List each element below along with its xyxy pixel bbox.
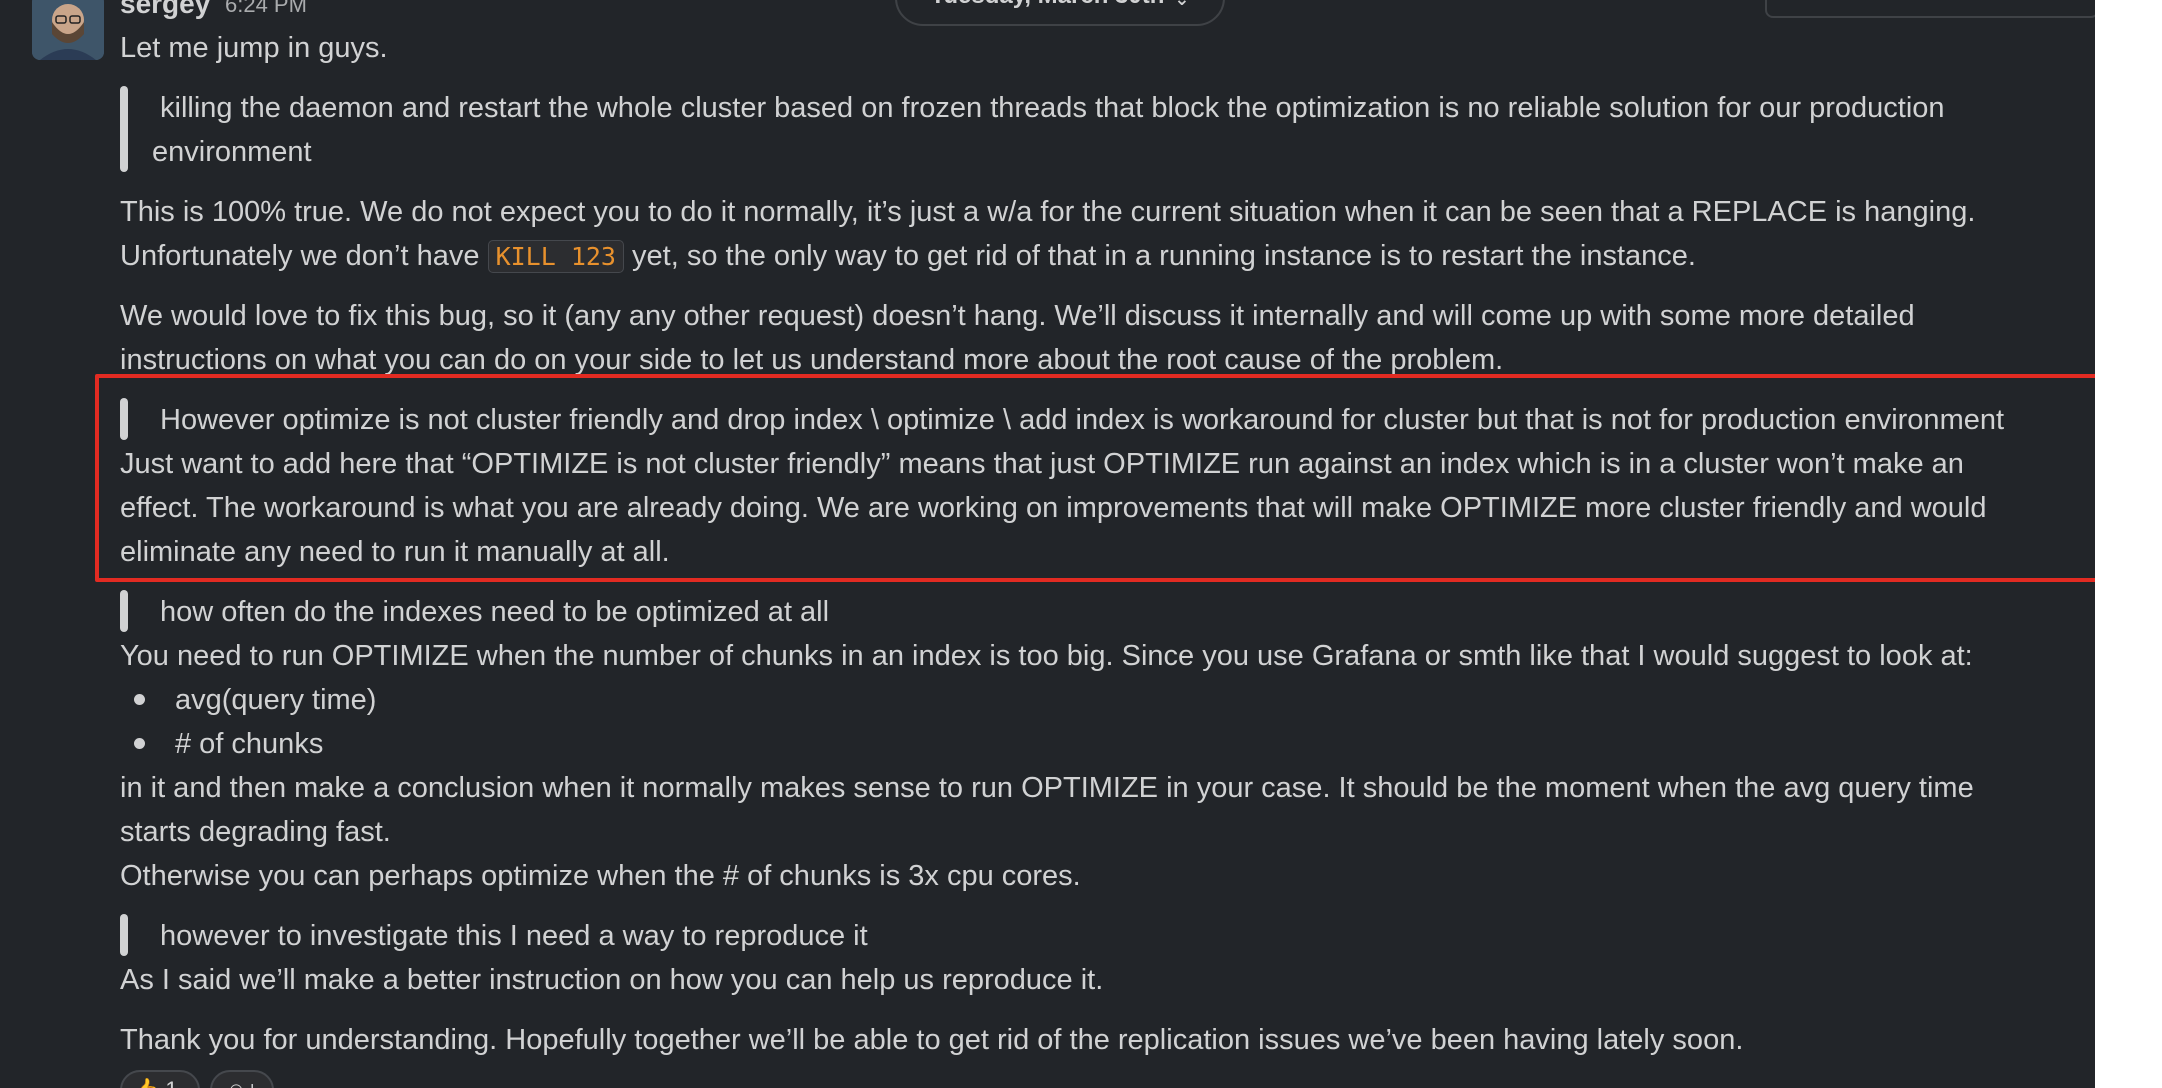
message-pane: sergey 6:24 PM Tuesday, March 30th ⌄ Let… [0,0,2095,1088]
list-item: avg(query time) [175,684,377,716]
add-reaction-icon: ☺+ [226,1079,258,1088]
message-author[interactable]: sergey [120,0,210,20]
quote-text-1-line1: killing the daemon and restart the whole… [160,92,1945,124]
message-text-para7: As I said we’ll make a better instructio… [120,964,1104,996]
add-reaction-button[interactable]: ☺+ [210,1070,274,1088]
chevron-down-icon: ⌄ [1174,0,1189,10]
window-edge [2095,0,2162,1088]
message-text-para1-line2: Unfortunately we don’t have KILL 123 yet… [120,234,1696,279]
para1-before-code: Unfortunately we don’t have [120,240,480,272]
quote-bar [120,590,128,632]
message-text-para8: Thank you for understanding. Hopefully t… [120,1024,1744,1056]
message-text-para5-line2: starts degrading fast. [120,816,391,848]
bullet-dot [134,694,145,705]
message-timestamp[interactable]: 6:24 PM [225,0,307,18]
quote-text-4: however to investigate this I need a way… [160,920,868,952]
highlight-box [95,374,2095,582]
date-divider-label: Tuesday, March 30th [931,0,1165,10]
reaction-thumbs-up[interactable]: 👍 1 [120,1070,200,1088]
reaction-count: 1 [165,1077,177,1088]
message-text-para4: You need to run OPTIMIZE when the number… [120,640,1973,672]
message-text-para5-line1: in it and then make a conclusion when it… [120,772,1974,804]
quote-bar [120,914,128,956]
quote-bar [120,86,128,172]
avatar[interactable] [32,0,104,60]
inline-code: KILL 123 [487,240,624,273]
message-text-para1-line1: This is 100% true. We do not expect you … [120,196,1976,228]
search-box[interactable] [1765,0,2095,18]
para1-after-code: yet, so the only way to get rid of that … [632,240,1696,272]
message-text-intro: Let me jump in guys. [120,32,388,64]
quote-text-3: how often do the indexes need to be opti… [160,596,830,628]
date-divider-button[interactable]: Tuesday, March 30th ⌄ [895,0,1225,26]
reaction-emoji: 👍 [132,1077,159,1088]
message-text-para2-line1: We would love to fix this bug, so it (an… [120,300,1915,332]
message-text-para6: Otherwise you can perhaps optimize when … [120,860,1081,892]
list-item: # of chunks [175,728,324,760]
bullet-dot [134,738,145,749]
quote-text-1-line2: environment [152,136,312,168]
